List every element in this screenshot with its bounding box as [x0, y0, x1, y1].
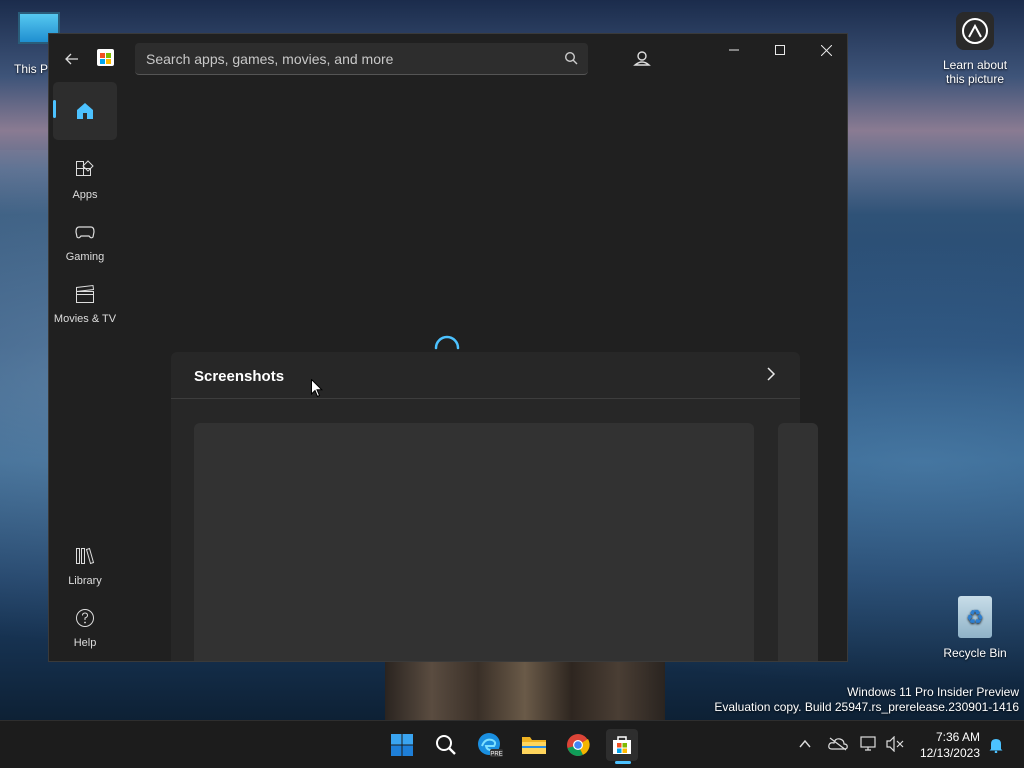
account-icon — [633, 51, 651, 66]
system-clock[interactable]: 7:36 AM 12/13/2023 — [914, 729, 980, 761]
edge-beta-icon: PRE — [478, 733, 503, 758]
help-icon — [76, 609, 94, 627]
nav-help-label: Help — [73, 637, 97, 649]
nav-home[interactable] — [53, 82, 117, 140]
back-arrow-icon — [65, 53, 78, 65]
svg-text:PRE: PRE — [490, 752, 502, 758]
back-button[interactable] — [61, 48, 83, 70]
windows-start-icon — [391, 734, 413, 756]
clock-date: 12/13/2023 — [919, 746, 980, 760]
wallpaper-pier — [385, 660, 665, 720]
mouse-cursor-icon — [311, 379, 323, 398]
recycle-bin-label: Recycle Bin — [943, 646, 1007, 660]
file-explorer-icon — [522, 737, 546, 754]
taskbar-search-button[interactable] — [430, 729, 462, 761]
chrome-button[interactable] — [562, 729, 594, 761]
microsoft-store-icon — [613, 736, 631, 754]
recycle-bin-desktop-icon[interactable]: ♻ Recycle Bin — [940, 596, 1010, 660]
microsoft-store-window: Search apps, games, movies, and more App… — [48, 33, 848, 662]
maximize-icon — [775, 45, 785, 55]
account-button[interactable] — [629, 46, 655, 72]
onedrive-offline-icon[interactable] — [828, 737, 848, 751]
recycle-bin-icon: ♻ — [958, 596, 992, 638]
nav-movies-tv[interactable]: Movies & TV — [53, 274, 117, 332]
nav-selection-indicator — [53, 100, 56, 118]
screenshots-title: Screenshots — [194, 368, 285, 385]
minimize-icon — [729, 49, 739, 51]
chevron-up-icon[interactable] — [799, 739, 811, 749]
clapperboard-icon — [76, 284, 95, 303]
title-bar[interactable]: Search apps, games, movies, and more — [49, 34, 847, 82]
screenshot-placeholder[interactable] — [194, 423, 754, 661]
store-logo-icon — [97, 49, 114, 66]
start-button[interactable] — [386, 729, 418, 761]
nav-library-label: Library — [68, 575, 102, 587]
camera-icon — [956, 12, 994, 50]
microsoft-store-taskbar-button[interactable] — [606, 729, 638, 761]
chrome-icon — [567, 734, 590, 756]
chevron-right-icon[interactable] — [766, 366, 776, 382]
close-button[interactable] — [803, 34, 847, 66]
screenshots-header[interactable]: Screenshots — [171, 352, 800, 399]
nav-apps[interactable]: Apps — [53, 150, 117, 208]
minimize-button[interactable] — [711, 34, 757, 66]
nav-gaming-label: Gaming — [65, 251, 105, 263]
screenshots-section: Screenshots — [171, 352, 818, 661]
network-icon[interactable] — [860, 736, 878, 752]
screenshot-placeholder[interactable] — [778, 423, 818, 661]
gamepad-icon — [75, 226, 95, 239]
learn-about-picture-label: Learn about this picture — [942, 58, 1008, 86]
notification-bell-icon[interactable] — [988, 737, 1004, 753]
watermark-line-2: Evaluation copy. Build 25947.rs_prerelea… — [714, 700, 1019, 714]
search-input[interactable]: Search apps, games, movies, and more — [135, 43, 588, 75]
edge-beta-button[interactable]: PRE — [474, 729, 506, 761]
home-icon — [77, 103, 93, 119]
taskbar: PRE 7:36 AM 12/13/2023 — [0, 720, 1024, 768]
nav-gaming[interactable]: Gaming — [53, 212, 117, 270]
apps-icon — [76, 160, 94, 176]
clock-time: 7:36 AM — [935, 730, 980, 744]
nav-movies-tv-label: Movies & TV — [53, 313, 117, 325]
watermark-line-1: Windows 11 Pro Insider Preview — [847, 685, 1019, 699]
nav-help[interactable]: Help — [53, 598, 117, 656]
volume-muted-icon[interactable] — [886, 736, 904, 752]
learn-about-picture-desktop-icon[interactable]: Learn about this picture — [938, 12, 1012, 86]
nav-apps-label: Apps — [72, 189, 98, 201]
search-icon — [436, 735, 456, 755]
maximize-button[interactable] — [757, 34, 803, 66]
evaluation-watermark: Windows 11 Pro Insider Preview Evaluatio… — [714, 685, 1019, 715]
close-icon — [820, 44, 832, 56]
active-app-indicator — [615, 761, 631, 764]
navigation-rail: Apps Gaming Movies & TV Library Help — [49, 82, 121, 661]
search-icon[interactable] — [564, 51, 578, 65]
nav-library[interactable]: Library — [53, 536, 117, 594]
search-placeholder: Search apps, games, movies, and more — [146, 51, 394, 67]
file-explorer-button[interactable] — [518, 729, 550, 761]
library-icon — [76, 547, 95, 565]
